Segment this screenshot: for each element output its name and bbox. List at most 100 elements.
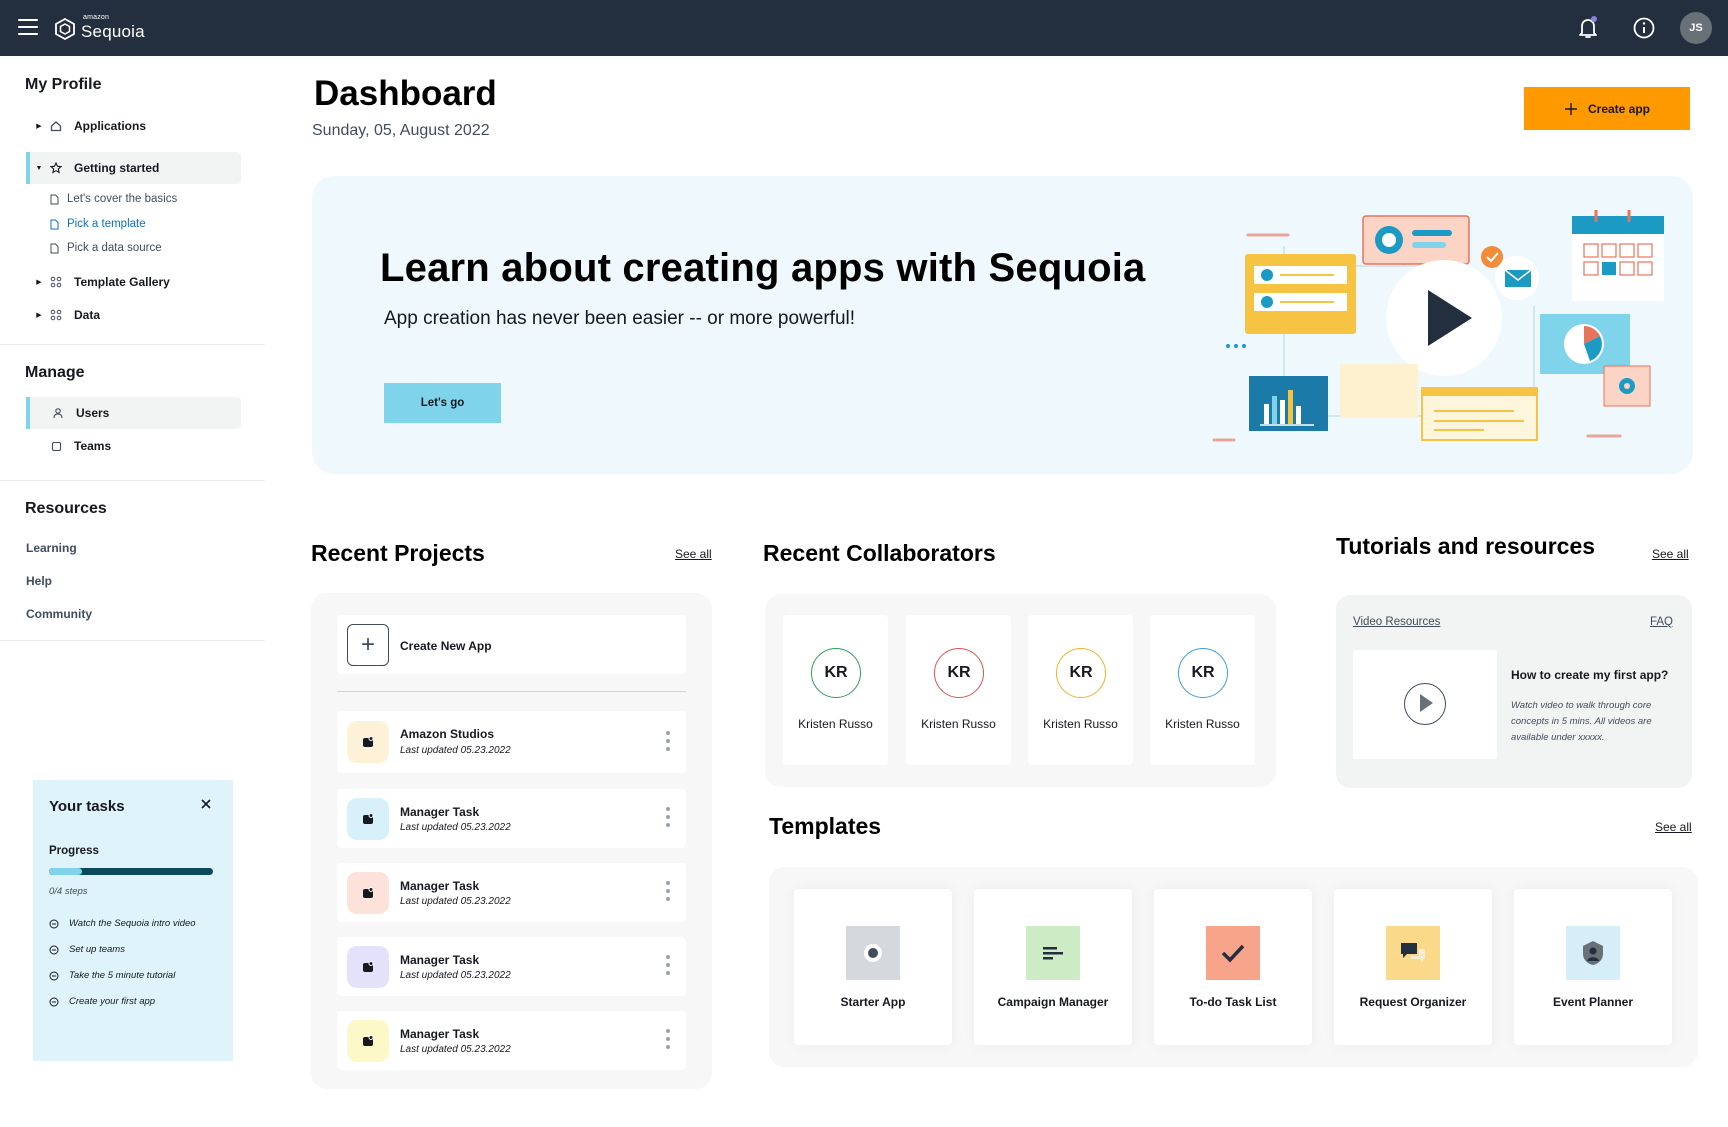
resource-link-help[interactable]: Help bbox=[26, 574, 52, 588]
tutorials-see-all-link[interactable]: See all bbox=[1652, 547, 1689, 561]
project-card[interactable]: Manager Task Last updated 05.23.2022 bbox=[337, 937, 686, 996]
video-resources-link[interactable]: Video Resources bbox=[1353, 616, 1440, 628]
collaborator-card[interactable]: KR Kristen Russo bbox=[1150, 615, 1255, 765]
template-card-todo-task-list[interactable]: To-do Task List bbox=[1154, 889, 1312, 1045]
grid-icon bbox=[48, 307, 64, 323]
tutorial-video-title[interactable]: How to create my first app? bbox=[1511, 668, 1668, 682]
notifications-bell-icon[interactable] bbox=[1574, 14, 1602, 42]
task-label: Watch the Sequoia intro video bbox=[69, 918, 196, 929]
recent-projects-see-all-link[interactable]: See all bbox=[675, 547, 712, 561]
project-app-icon bbox=[347, 1020, 389, 1062]
project-card[interactable]: Manager Task Last updated 05.23.2022 bbox=[337, 789, 686, 848]
project-meta: Last updated 05.23.2022 bbox=[400, 745, 511, 756]
sidebar-item-data[interactable]: ▶ Data bbox=[26, 299, 241, 331]
template-name: Event Planner bbox=[1552, 995, 1634, 1009]
collaborator-name: Kristen Russo bbox=[798, 717, 873, 731]
collaborator-card[interactable]: KR Kristen Russo bbox=[783, 615, 888, 765]
task-item[interactable]: Create your first app bbox=[49, 996, 155, 1007]
minus-circle-icon bbox=[49, 971, 59, 980]
project-name: Manager Task bbox=[400, 805, 480, 819]
more-options-icon[interactable] bbox=[663, 731, 673, 751]
progress-steps-text: 0/4 steps bbox=[49, 886, 88, 897]
more-options-icon[interactable] bbox=[663, 881, 673, 901]
template-name: Campaign Manager bbox=[997, 995, 1109, 1009]
sidebar-item-label: Applications bbox=[74, 119, 147, 133]
collaborator-card[interactable]: KR Kristen Russo bbox=[906, 615, 1011, 765]
your-tasks-panel: Your tasks Progress 0/4 steps Watch the … bbox=[33, 780, 233, 1061]
my-profile-heading: My Profile bbox=[25, 76, 102, 93]
sidebar-subitem-pick-template[interactable]: Pick a template bbox=[50, 218, 146, 230]
sequoia-logo[interactable]: amazon Sequoia bbox=[55, 14, 145, 43]
notification-dot bbox=[1591, 16, 1597, 22]
recent-collaborators-panel: KR Kristen Russo KR Kristen Russo KR Kri… bbox=[765, 594, 1276, 787]
collaborator-avatar: KR bbox=[811, 648, 861, 698]
project-meta: Last updated 05.23.2022 bbox=[400, 1044, 511, 1055]
templates-see-all-link[interactable]: See all bbox=[1655, 820, 1692, 834]
person-shield-icon bbox=[1566, 926, 1620, 980]
sidebar-subitem-label: Pick a data source bbox=[67, 242, 162, 254]
tutorial-video-thumbnail[interactable] bbox=[1353, 650, 1497, 759]
task-item[interactable]: Set up teams bbox=[49, 944, 125, 955]
project-app-icon bbox=[347, 872, 389, 914]
sidebar-subitem-label: Pick a template bbox=[67, 218, 146, 230]
hamburger-menu-icon[interactable] bbox=[18, 18, 38, 36]
task-item[interactable]: Watch the Sequoia intro video bbox=[49, 918, 196, 929]
sidebar-divider bbox=[0, 480, 265, 481]
caret-down-icon: ▼ bbox=[35, 164, 43, 172]
more-options-icon[interactable] bbox=[663, 807, 673, 827]
star-icon bbox=[48, 160, 64, 176]
create-app-label: Create app bbox=[1587, 101, 1651, 116]
tutorial-video-description: Watch video to walk through core concept… bbox=[1511, 700, 1652, 743]
sidebar-item-teams[interactable]: Teams bbox=[26, 430, 241, 462]
project-card[interactable]: Manager Task Last updated 05.23.2022 bbox=[337, 1011, 686, 1070]
hero-banner: Learn about creating apps with Sequoia A… bbox=[312, 176, 1693, 474]
grid-icon bbox=[48, 274, 64, 290]
collaborator-avatar: KR bbox=[1178, 648, 1228, 698]
document-icon bbox=[50, 219, 59, 229]
more-options-icon[interactable] bbox=[663, 1029, 673, 1049]
sidebar-item-getting-started[interactable]: ▼ Getting started bbox=[26, 152, 241, 184]
task-item[interactable]: Take the 5 minute tutorial bbox=[49, 970, 175, 981]
sidebar-item-applications[interactable]: ▶ Applications bbox=[26, 110, 241, 142]
template-card-starter-app[interactable]: Starter App bbox=[794, 889, 952, 1045]
info-icon[interactable] bbox=[1630, 14, 1658, 42]
sidebar-subitem-data-source[interactable]: Pick a data source bbox=[50, 242, 162, 254]
lets-go-button[interactable]: Let's go bbox=[384, 383, 501, 423]
template-name: To-do Task List bbox=[1189, 995, 1277, 1009]
record-icon bbox=[846, 926, 900, 980]
collaborator-card[interactable]: KR Kristen Russo bbox=[1028, 615, 1133, 765]
sidebar-item-label: Teams bbox=[74, 439, 112, 453]
tutorials-panel: Video Resources FAQ How to create my fir… bbox=[1336, 595, 1692, 788]
more-options-icon[interactable] bbox=[663, 955, 673, 975]
template-card-event-planner[interactable]: Event Planner bbox=[1514, 889, 1672, 1045]
create-new-app-card[interactable]: + Create New App bbox=[337, 615, 686, 674]
sidebar-item-template-gallery[interactable]: ▶ Template Gallery bbox=[26, 266, 241, 298]
hero-subtitle: App creation has never been easier -- or… bbox=[384, 308, 856, 329]
recent-collaborators-title: Recent Collaborators bbox=[763, 540, 996, 566]
project-card[interactable]: Manager Task Last updated 05.23.2022 bbox=[337, 863, 686, 922]
sidebar-item-users[interactable]: Users bbox=[26, 397, 241, 429]
template-card-campaign-manager[interactable]: Campaign Manager bbox=[974, 889, 1132, 1045]
close-icon[interactable] bbox=[198, 796, 214, 812]
document-icon bbox=[50, 243, 59, 253]
document-icon bbox=[50, 194, 59, 204]
user-avatar[interactable]: JS bbox=[1680, 12, 1712, 44]
resource-link-learning[interactable]: Learning bbox=[26, 541, 77, 555]
template-card-request-organizer[interactable]: Request Organizer bbox=[1334, 889, 1492, 1045]
caret-right-icon: ▶ bbox=[36, 123, 42, 130]
templates-title: Templates bbox=[769, 813, 882, 839]
create-app-button[interactable]: Create app bbox=[1524, 87, 1690, 130]
recent-projects-title: Recent Projects bbox=[311, 540, 485, 566]
checkmark-icon bbox=[1206, 926, 1260, 980]
project-name: Manager Task bbox=[400, 953, 480, 967]
user-icon bbox=[50, 405, 66, 421]
resource-link-community[interactable]: Community bbox=[26, 607, 92, 621]
project-card[interactable]: Amazon Studios Last updated 05.23.2022 bbox=[337, 711, 686, 773]
faq-link[interactable]: FAQ bbox=[1650, 616, 1673, 628]
collaborator-avatar: KR bbox=[1056, 648, 1106, 698]
sidebar-subitem-basics[interactable]: Let's cover the basics bbox=[50, 193, 177, 205]
task-label: Create your first app bbox=[69, 996, 156, 1007]
manage-heading: Manage bbox=[25, 364, 85, 381]
sidebar-item-label: Data bbox=[74, 308, 101, 322]
plus-icon: + bbox=[347, 624, 389, 666]
